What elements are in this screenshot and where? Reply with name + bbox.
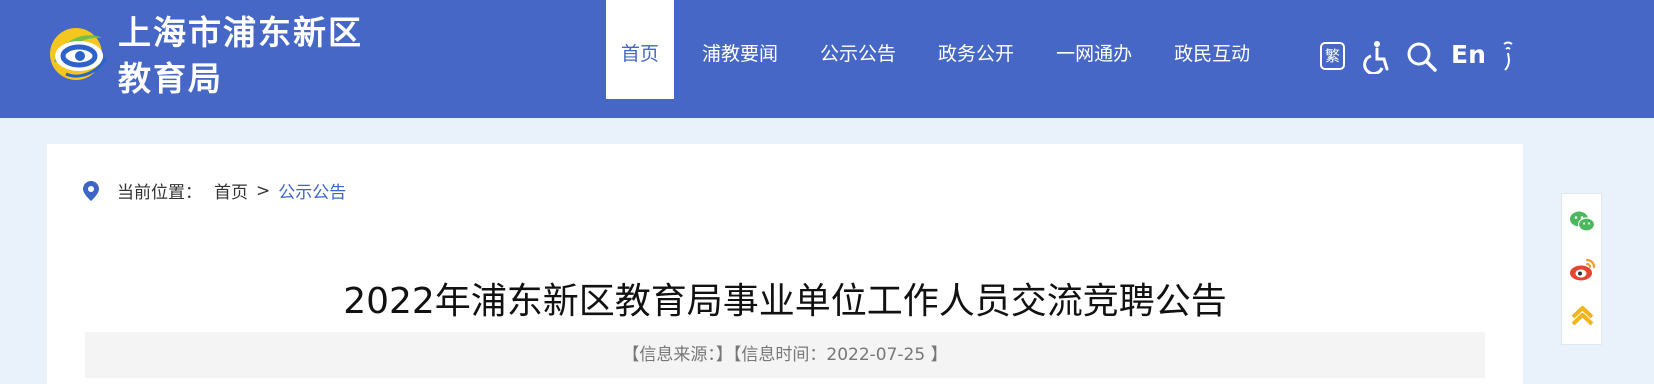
breadcrumb-prefix: 当前位置： xyxy=(117,183,202,203)
english-icon[interactable]: En xyxy=(1451,40,1486,69)
wechat-icon[interactable] xyxy=(1569,208,1596,235)
site-title-line2: 教育局 xyxy=(118,59,223,98)
site-title-line1: 上海市浦东新区 xyxy=(118,13,363,52)
article-meta: 【信息来源：】【信息时间：2022-07-25 】 xyxy=(85,332,1485,378)
location-pin-icon xyxy=(83,180,99,201)
nav-item-news[interactable]: 浦教要闻 xyxy=(681,0,799,99)
site-title[interactable]: 上海市浦东新区 教育局 xyxy=(118,10,363,102)
site-logo[interactable] xyxy=(46,22,110,86)
site-header: 上海市浦东新区 教育局 首页 浦教要闻 公示公告 政务公开 一网通办 政民互动 … xyxy=(0,0,1654,118)
content-panel: 当前位置： 首页 > 公示公告 2022年浦东新区教育局事业单位工作人员交流竞聘… xyxy=(47,144,1523,384)
breadcrumb-current-link[interactable]: 公示公告 xyxy=(278,178,346,203)
nav-item-interaction[interactable]: 政民互动 xyxy=(1153,0,1271,99)
search-icon[interactable] xyxy=(1407,42,1437,72)
share-sidebar xyxy=(1561,193,1602,345)
traditional-chinese-icon[interactable]: 繁 xyxy=(1320,42,1345,70)
voice-icon[interactable] xyxy=(1500,40,1516,72)
nav-item-gov-affairs[interactable]: 政务公开 xyxy=(917,0,1035,99)
nav-item-home[interactable]: 首页 xyxy=(606,0,675,99)
breadcrumb-separator: > xyxy=(256,180,271,201)
nav-item-announcements[interactable]: 公示公告 xyxy=(799,0,917,99)
breadcrumb: 当前位置： 首页 > 公示公告 xyxy=(83,178,346,203)
accessibility-icon[interactable] xyxy=(1362,40,1392,74)
article-title: 2022年浦东新区教育局事业单位工作人员交流竞聘公告 xyxy=(343,281,1227,322)
breadcrumb-home-link[interactable]: 首页 xyxy=(214,178,248,203)
nav-item-online-services[interactable]: 一网通办 xyxy=(1035,0,1153,99)
back-to-top-icon[interactable] xyxy=(1569,302,1596,329)
main-nav: 首页 浦教要闻 公示公告 政务公开 一网通办 政民互动 xyxy=(606,0,1271,99)
weibo-icon[interactable] xyxy=(1569,256,1596,283)
